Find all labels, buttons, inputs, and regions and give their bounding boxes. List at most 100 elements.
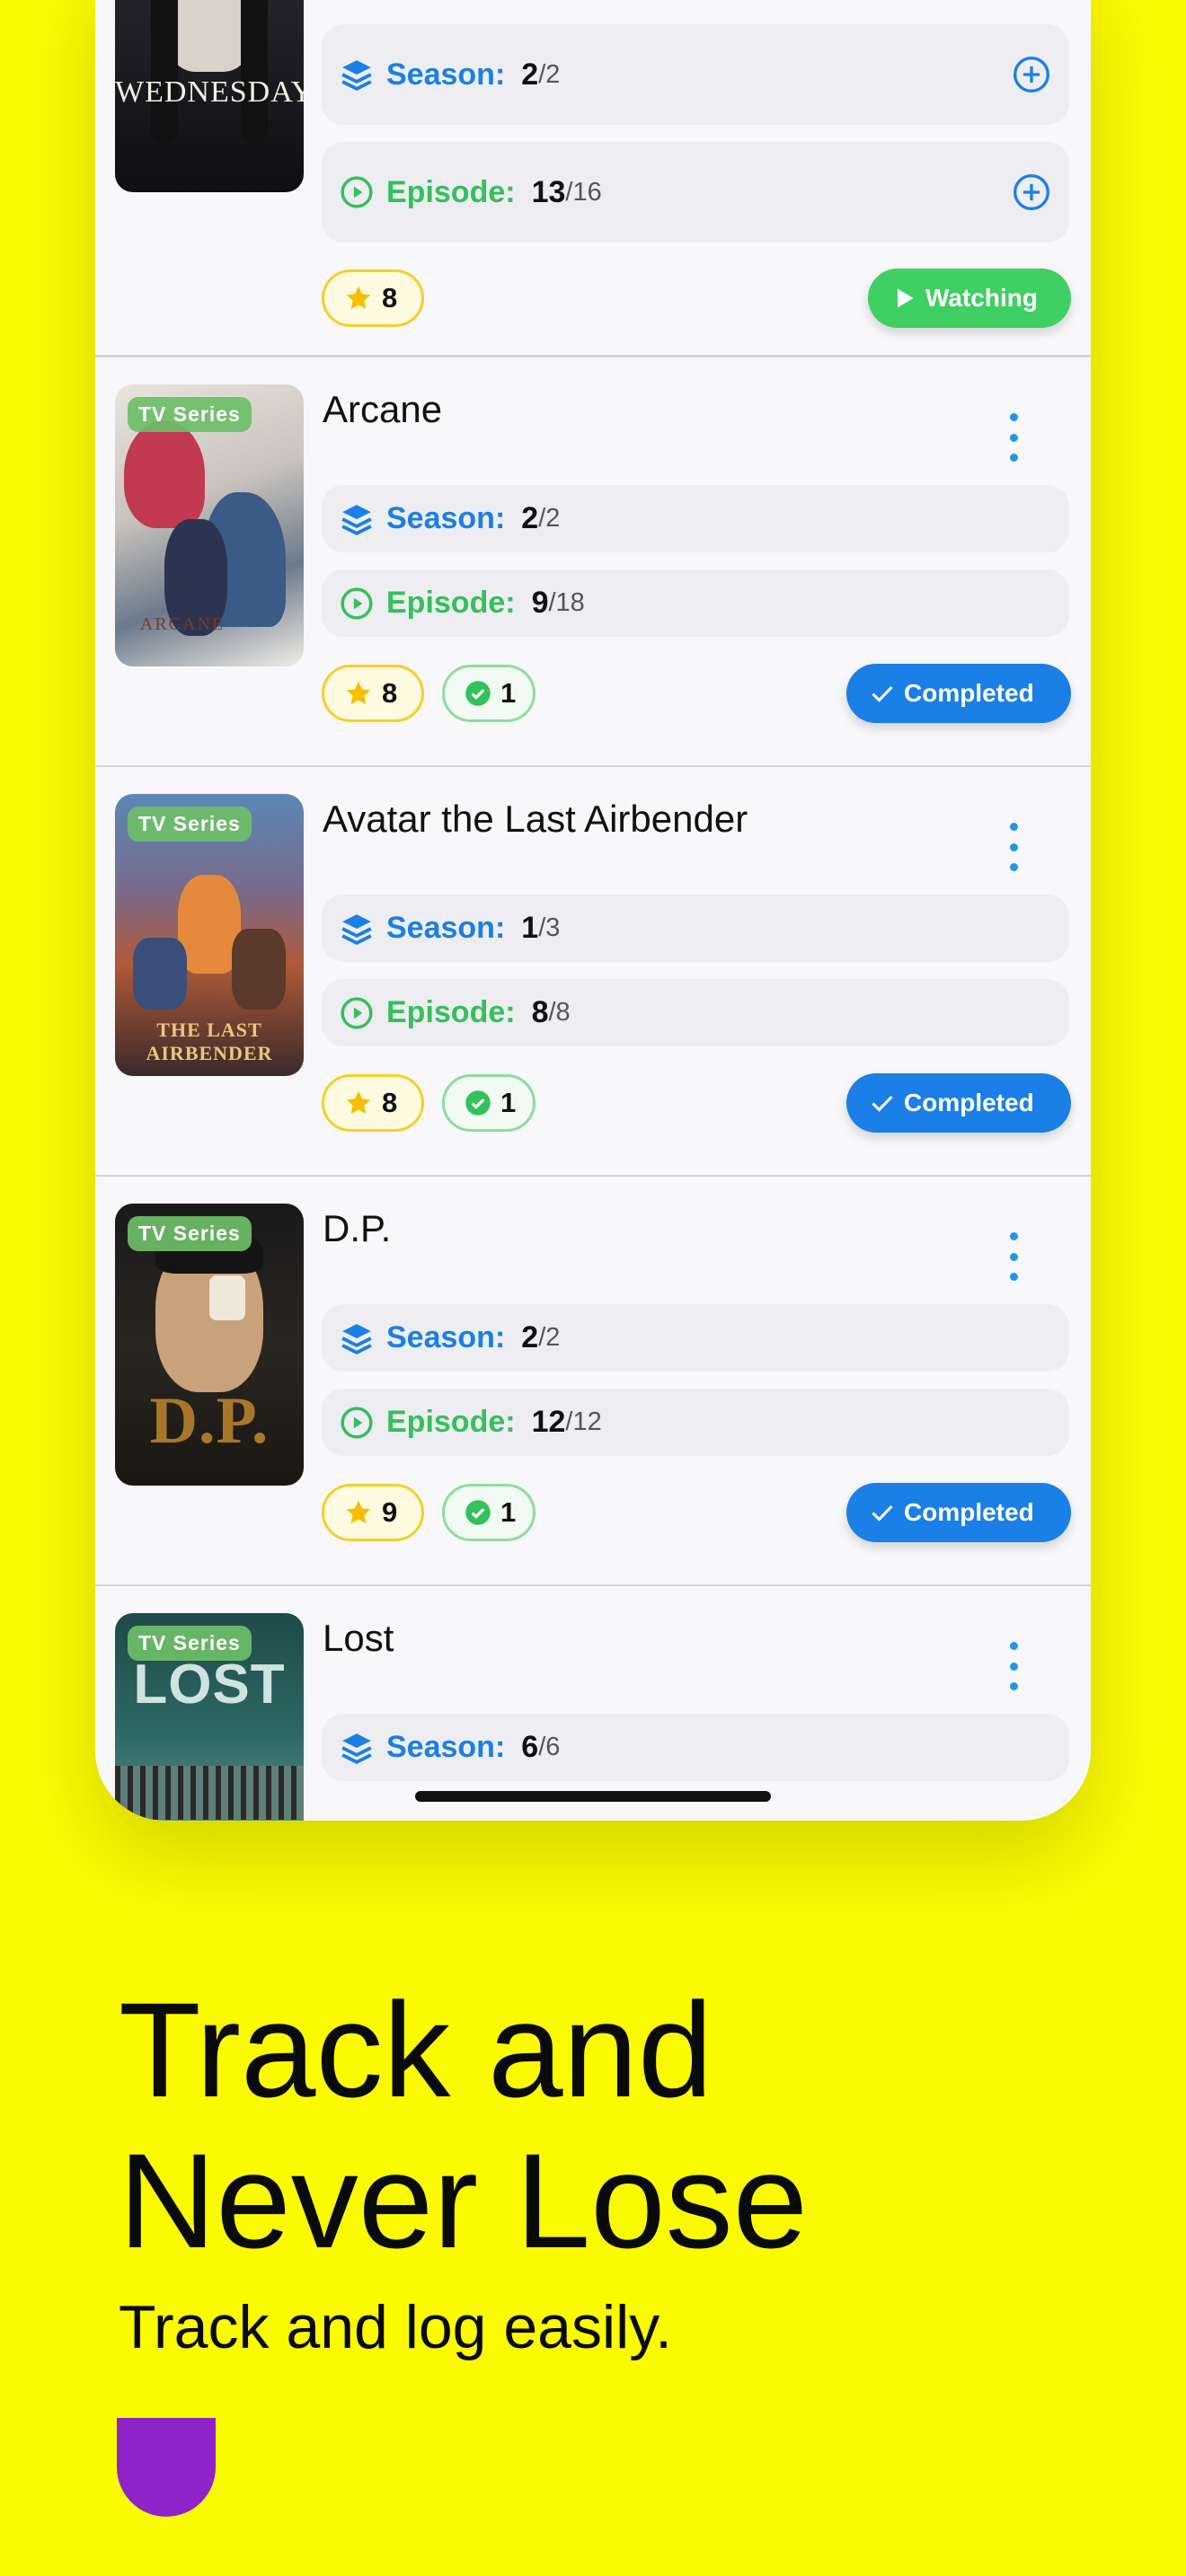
poster-image[interactable]: THE LAST AIRBENDER TV Series <box>115 794 304 1076</box>
play-icon <box>898 288 914 308</box>
add-episode-icon[interactable] <box>1012 172 1051 212</box>
episode-label: Episode: <box>386 1405 516 1439</box>
poster-image[interactable]: ARCANE TV Series <box>115 384 304 666</box>
check-circle-icon <box>465 1090 491 1116</box>
rewatch-pill[interactable]: 1 <box>442 665 535 722</box>
headline-line-2: Never Lose <box>119 2125 809 2276</box>
status-label: Watching <box>925 284 1038 312</box>
rating-value: 8 <box>382 1087 398 1118</box>
episode-row: Episode: 8 /8 <box>322 979 1069 1046</box>
rewatch-pill[interactable]: 1 <box>442 1484 535 1541</box>
checkmark-icon <box>872 685 893 702</box>
season-label: Season: <box>386 57 506 92</box>
promo-subtitle: Track and log easily. <box>119 2293 673 2361</box>
list-item[interactable]: ARCANE TV Series Arcane Season: 2 /2 Epi… <box>95 357 1091 768</box>
show-title: Avatar the Last Airbender <box>323 798 748 840</box>
episode-total: /8 <box>548 998 571 1027</box>
episode-row: Episode: 13 /16 <box>322 142 1069 243</box>
season-total: /2 <box>538 59 561 89</box>
play-circle-icon <box>341 1406 373 1439</box>
rating-pill[interactable]: 8 <box>322 665 424 722</box>
more-options-icon[interactable] <box>1008 1232 1019 1281</box>
show-title: Lost <box>323 1617 394 1659</box>
poster-image[interactable]: LOST TV Series <box>115 1613 304 1821</box>
list-item[interactable]: THE LAST AIRBENDER TV Series Avatar the … <box>95 767 1091 1178</box>
rewatch-count: 1 <box>500 1087 517 1118</box>
completed-button[interactable]: Completed <box>846 664 1071 723</box>
checkmark-icon <box>872 1095 893 1112</box>
check-circle-icon <box>465 681 491 706</box>
list-item[interactable]: LOST TV Series Lost Season: 6 /6 <box>95 1586 1091 1821</box>
poster-title-art: D.P. <box>149 1384 270 1458</box>
tv-series-badge: TV Series <box>128 1216 252 1251</box>
episode-total: /12 <box>565 1407 602 1436</box>
season-row: Season: 1 /3 <box>322 895 1069 962</box>
status-label: Completed <box>904 1089 1034 1116</box>
star-icon <box>346 286 371 310</box>
star-icon <box>346 681 371 705</box>
play-circle-icon <box>341 176 373 208</box>
season-row: Season: 6 /6 <box>322 1714 1069 1781</box>
episode-total: /18 <box>548 588 585 617</box>
promo-headline: Track and Never Lose <box>119 1974 808 2276</box>
completed-button[interactable]: Completed <box>846 1483 1071 1542</box>
star-icon <box>346 1090 371 1115</box>
home-indicator[interactable] <box>415 1791 771 1802</box>
season-total: /2 <box>538 504 561 533</box>
layers-icon <box>341 60 372 91</box>
poster-image[interactable]: D.P. TV Series <box>115 1204 304 1486</box>
season-total: /2 <box>538 1323 561 1352</box>
season-current: 1 <box>521 911 539 945</box>
poster-image[interactable]: WEDNESDAY <box>115 0 304 192</box>
episode-current: 12 <box>531 1405 566 1439</box>
list-item[interactable]: D.P. TV Series D.P. Season: 2 /2 Episode… <box>95 1177 1091 1587</box>
app-logo-icon <box>117 2418 216 2517</box>
play-circle-icon <box>341 996 373 1029</box>
more-options-icon[interactable] <box>1008 413 1019 462</box>
layers-icon <box>341 1733 372 1764</box>
rewatch-count: 1 <box>500 1496 517 1528</box>
more-options-icon[interactable] <box>1008 823 1019 871</box>
play-circle-icon <box>341 587 373 620</box>
season-total: /3 <box>538 913 561 942</box>
poster-title-art: ARCANE <box>139 614 226 634</box>
episode-current: 9 <box>531 586 549 620</box>
show-title: D.P. <box>323 1207 392 1249</box>
more-options-icon[interactable] <box>1008 1642 1019 1690</box>
layers-icon <box>341 504 372 535</box>
completed-button[interactable]: Completed <box>846 1073 1071 1133</box>
poster-title-art: LOST <box>133 1654 286 1716</box>
rating-value: 8 <box>382 677 398 709</box>
episode-row: Episode: 12 /12 <box>322 1389 1069 1456</box>
rating-pill[interactable]: 8 <box>322 1074 424 1132</box>
season-row: Season: 2 /2 <box>322 24 1069 125</box>
episode-current: 8 <box>531 995 549 1029</box>
episode-current: 13 <box>531 174 566 209</box>
tv-series-badge: TV Series <box>128 807 252 842</box>
season-current: 6 <box>521 1730 539 1764</box>
status-label: Completed <box>904 1498 1034 1526</box>
rating-pill[interactable]: 8 <box>322 269 424 327</box>
add-season-icon[interactable] <box>1012 55 1051 94</box>
season-row: Season: 2 /2 <box>322 485 1069 552</box>
watching-button[interactable]: Watching <box>868 269 1071 328</box>
layers-icon <box>341 913 372 945</box>
season-total: /6 <box>538 1733 561 1761</box>
star-icon <box>346 1500 371 1524</box>
show-title: Arcane <box>323 388 443 430</box>
season-label: Season: <box>386 501 506 535</box>
season-current: 2 <box>521 57 539 92</box>
episode-label: Episode: <box>386 586 516 620</box>
check-circle-icon <box>465 1500 491 1525</box>
season-row: Season: 2 /2 <box>322 1304 1069 1372</box>
headline-line-1: Track and <box>119 1974 713 2125</box>
rewatch-pill[interactable]: 1 <box>442 1074 535 1132</box>
rating-pill[interactable]: 9 <box>322 1484 424 1541</box>
season-current: 2 <box>521 501 539 535</box>
tv-series-badge: TV Series <box>128 1626 252 1661</box>
episode-total: /16 <box>565 177 602 207</box>
list-item[interactable]: WEDNESDAY Season: 2 /2 Episode: 13 /16 8… <box>95 0 1091 357</box>
rating-value: 8 <box>382 282 398 313</box>
poster-title-art: WEDNESDAY <box>115 75 304 109</box>
poster-title-art: THE LAST AIRBENDER <box>146 1019 273 1064</box>
